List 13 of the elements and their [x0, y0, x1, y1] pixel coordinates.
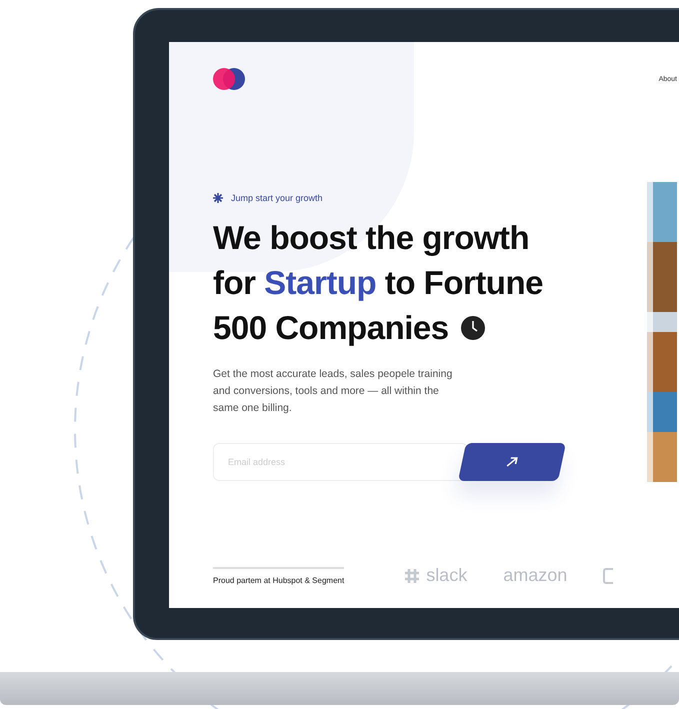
arrow-icon — [504, 456, 520, 468]
hero-description: Get the most accurate leads, sales peopele training and conversions, tools and more — all within the same one billing. — [213, 367, 454, 416]
sparkle-icon — [213, 193, 223, 203]
eyebrow-text: Jump start your growth — [231, 193, 323, 203]
clock-icon — [460, 316, 485, 340]
partner-logo: amazon — [503, 565, 568, 586]
hero-heading-line: 500 Companies — [213, 308, 449, 348]
hero-heading: We boost the growth for Startup to Fortune — [213, 218, 544, 303]
logo-icon — [213, 68, 246, 90]
partner-logo: slack — [426, 565, 468, 586]
partner-logo-icon — [603, 568, 614, 584]
hash-icon — [404, 568, 420, 584]
partners-text: Proud partem at Hubspot & Segment — [213, 566, 344, 584]
